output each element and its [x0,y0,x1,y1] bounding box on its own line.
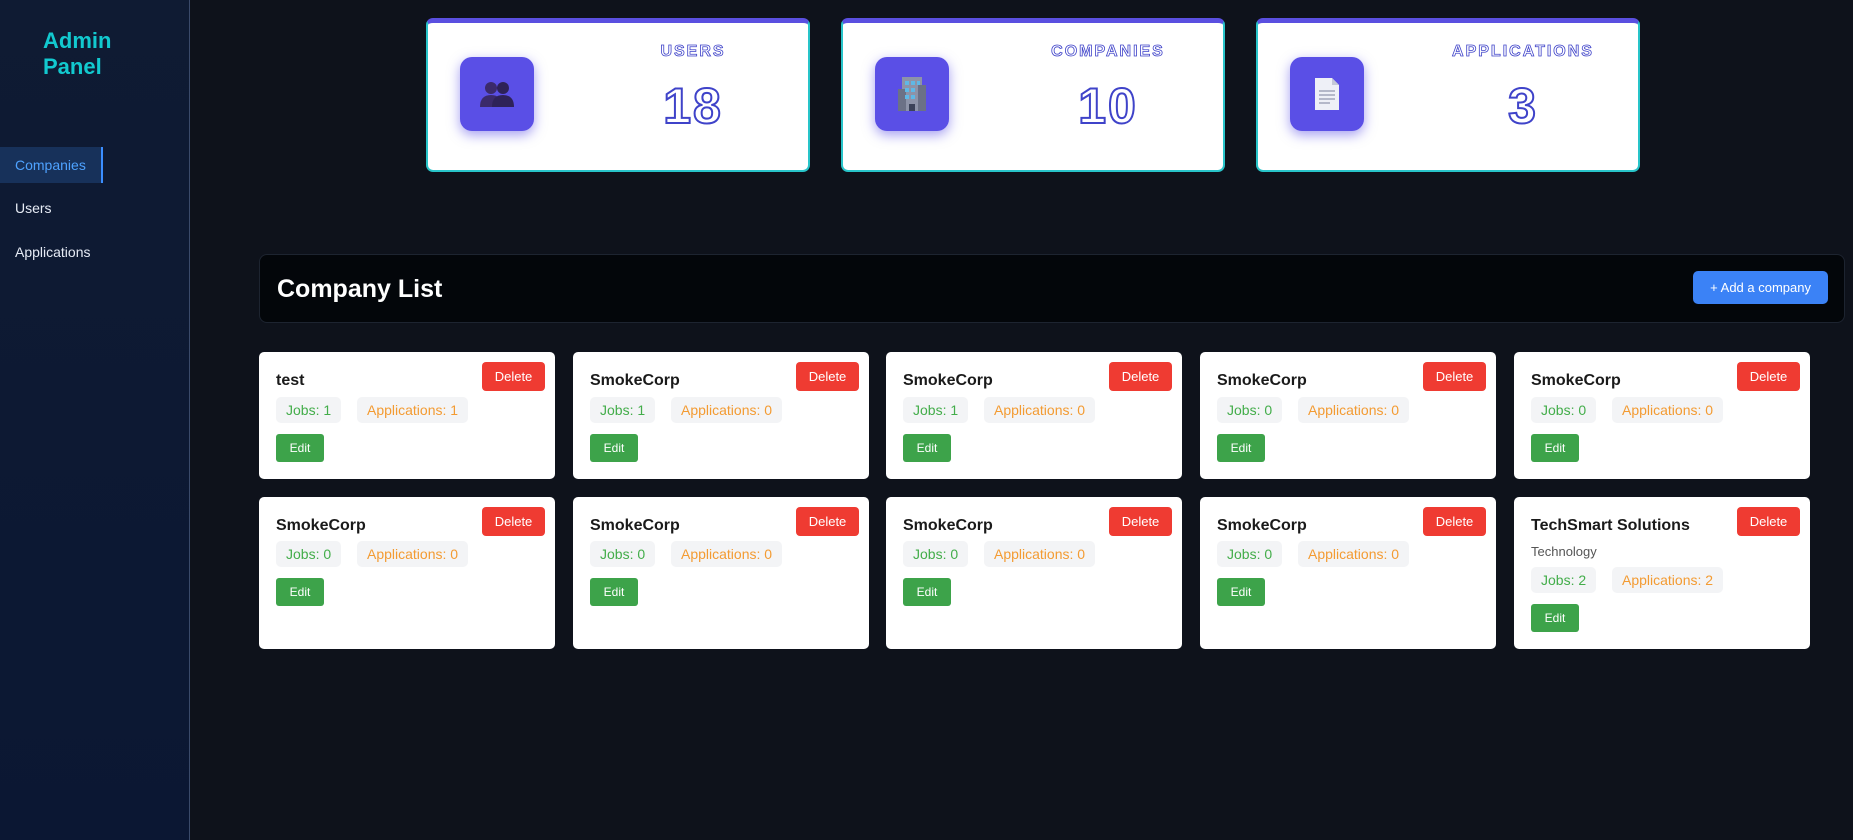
edit-button[interactable]: Edit [1531,604,1579,632]
jobs-badge: Jobs: 0 [1531,397,1597,423]
company-card: SmokeCorp Jobs: 1 Applications: 0 Delete… [886,352,1182,479]
company-name: SmokeCorp [1217,517,1307,534]
jobs-badge: Jobs: 0 [1217,541,1283,567]
stat-value: 18 [662,77,723,135]
applications-badge: Applications: 0 [984,397,1096,423]
jobs-badge: Jobs: 0 [276,541,342,567]
delete-button[interactable]: Delete [1423,362,1486,391]
applications-badge: Applications: 0 [671,541,783,567]
company-card: SmokeCorp Jobs: 0 Applications: 0 Delete… [886,497,1182,649]
delete-button[interactable]: Delete [482,507,545,536]
stat-title: USERS [660,43,726,61]
company-list-header: Company List + Add a company [259,254,1845,323]
stat-value: 3 [1507,77,1538,135]
applications-badge: Applications: 0 [984,541,1096,567]
edit-button[interactable]: Edit [590,434,638,462]
stat-title: COMPANIES [1051,43,1165,61]
delete-button[interactable]: Delete [1423,507,1486,536]
company-industry: Technology [1531,544,1597,559]
delete-button[interactable]: Delete [1109,507,1172,536]
delete-button[interactable]: Delete [482,362,545,391]
edit-button[interactable]: Edit [1217,578,1265,606]
applications-badge: Applications: 0 [1298,541,1410,567]
sidebar-item-companies[interactable]: Companies [0,147,103,183]
brand-title: Admin Panel [43,28,112,79]
stat-value: 10 [1077,77,1138,135]
jobs-badge: Jobs: 1 [590,397,656,423]
jobs-badge: Jobs: 2 [1531,567,1597,593]
page-title: Company List [277,275,443,303]
applications-badge: Applications: 0 [1298,397,1410,423]
company-card: test Jobs: 1 Applications: 1 Delete Edit [259,352,555,479]
company-card: TechSmart Solutions Technology Jobs: 2 A… [1514,497,1810,649]
company-card: SmokeCorp Jobs: 0 Applications: 0 Delete… [1200,497,1496,649]
stat-title: APPLICATIONS [1452,43,1594,61]
applications-badge: Applications: 0 [1612,397,1724,423]
company-card: SmokeCorp Jobs: 1 Applications: 0 Delete… [573,352,869,479]
add-company-button[interactable]: + Add a company [1693,271,1828,304]
applications-badge: Applications: 2 [1612,567,1724,593]
company-card: SmokeCorp Jobs: 0 Applications: 0 Delete… [1200,352,1496,479]
edit-button[interactable]: Edit [276,578,324,606]
delete-button[interactable]: Delete [796,362,859,391]
jobs-badge: Jobs: 0 [903,541,969,567]
applications-badge: Applications: 0 [671,397,783,423]
sidebar-item-users[interactable]: Users [0,190,103,226]
jobs-badge: Jobs: 0 [590,541,656,567]
jobs-badge: Jobs: 1 [276,397,342,423]
company-name: SmokeCorp [1531,372,1621,389]
jobs-badge: Jobs: 1 [903,397,969,423]
applications-badge: Applications: 1 [357,397,469,423]
company-name: SmokeCorp [590,517,680,534]
delete-button[interactable]: Delete [796,507,859,536]
edit-button[interactable]: Edit [903,434,951,462]
building-icon [875,57,949,131]
jobs-badge: Jobs: 0 [1217,397,1283,423]
company-card: SmokeCorp Jobs: 0 Applications: 0 Delete… [259,497,555,649]
stat-card-companies: COMPANIES 10 [841,18,1225,172]
sidebar: Admin Panel Companies Users Applications [0,0,190,840]
company-card: SmokeCorp Jobs: 0 Applications: 0 Delete… [573,497,869,649]
company-name: SmokeCorp [276,517,366,534]
company-card: SmokeCorp Jobs: 0 Applications: 0 Delete… [1514,352,1810,479]
document-icon [1290,57,1364,131]
company-name: SmokeCorp [903,372,993,389]
applications-badge: Applications: 0 [357,541,469,567]
company-name: SmokeCorp [1217,372,1307,389]
stat-card-applications: APPLICATIONS 3 [1256,18,1640,172]
company-name: test [276,372,305,389]
edit-button[interactable]: Edit [590,578,638,606]
edit-button[interactable]: Edit [276,434,324,462]
edit-button[interactable]: Edit [903,578,951,606]
sidebar-item-applications[interactable]: Applications [0,234,103,270]
delete-button[interactable]: Delete [1109,362,1172,391]
company-name: SmokeCorp [590,372,680,389]
company-name: TechSmart Solutions [1531,517,1690,534]
company-name: SmokeCorp [903,517,993,534]
delete-button[interactable]: Delete [1737,362,1800,391]
edit-button[interactable]: Edit [1531,434,1579,462]
edit-button[interactable]: Edit [1217,434,1265,462]
stat-card-users: USERS 18 [426,18,810,172]
users-icon [460,57,534,131]
delete-button[interactable]: Delete [1737,507,1800,536]
